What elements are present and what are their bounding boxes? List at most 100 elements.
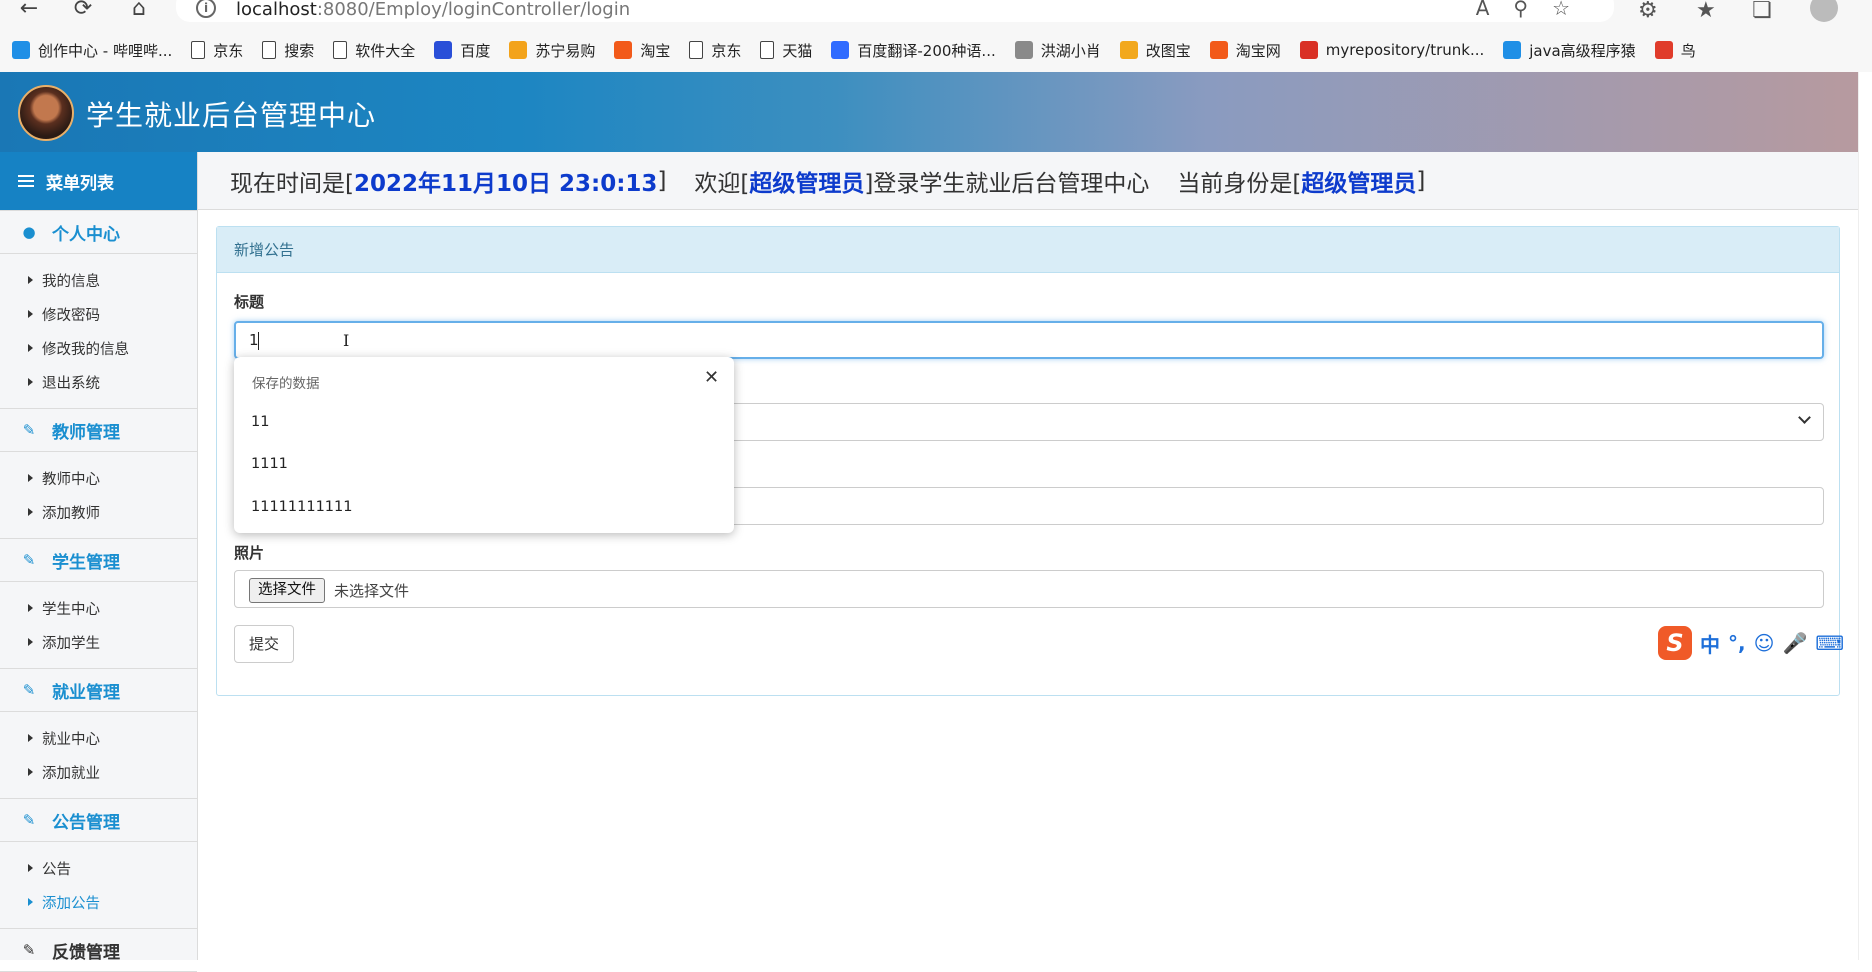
bookmark-label: 创作中心 - 哔哩哔...	[38, 41, 173, 60]
ime-mode[interactable]: 中	[1700, 629, 1720, 658]
sidebar-item[interactable]: 修改密码	[0, 297, 197, 331]
reload-icon[interactable]: ⟳	[68, 0, 98, 22]
page-icon	[760, 41, 775, 59]
close-icon[interactable]: ✕	[704, 369, 719, 387]
bookmark-item[interactable]: 创作中心 - 哔哩哔...	[12, 40, 172, 61]
translate-icon	[831, 41, 850, 59]
info-icon[interactable]: i	[196, 0, 216, 18]
bookmark-item[interactable]: 改图宝	[1119, 40, 1191, 61]
browser-toolbar: ← ⟳ ⌂ i localhost:8080/Employ/loginContr…	[0, 0, 1872, 28]
baidu-icon	[434, 41, 453, 59]
url-text[interactable]: localhost:8080/Employ/loginController/lo…	[236, 0, 630, 20]
bookmark-item[interactable]: 洪湖小肖	[1014, 40, 1101, 61]
address-tools: A⚲☆	[1476, 0, 1594, 20]
edit-icon: ✎	[22, 681, 36, 699]
photo-file-input[interactable]: 选择文件 未选择文件	[234, 570, 1824, 608]
autofill-item[interactable]: 11	[251, 414, 269, 430]
bookmark-item[interactable]: 京东	[191, 40, 243, 61]
bookmark-item[interactable]: 搜索	[262, 40, 314, 61]
address-bar[interactable]: i localhost:8080/Employ/loginController/…	[176, 0, 1614, 22]
menu-group-3[interactable]: ✎ 就业管理	[0, 668, 197, 712]
menu-group-label: 反馈管理	[52, 942, 120, 963]
suning-icon	[509, 41, 528, 59]
sidebar-item[interactable]: 就业中心	[0, 721, 197, 755]
sidebar-item[interactable]: 我的信息	[0, 263, 197, 297]
menu-group-label: 就业管理	[52, 682, 120, 703]
avatar	[18, 85, 74, 141]
punctuation-icon[interactable]: °,	[1728, 631, 1746, 655]
bookmark-item[interactable]: myrepository/trunk...	[1299, 41, 1485, 59]
sidebar-item[interactable]: 学生中心	[0, 591, 197, 625]
bookmark-label: 天猫	[782, 41, 813, 60]
chrome-icon	[1299, 41, 1318, 59]
bookmark-item[interactable]: 软件大全	[333, 40, 415, 61]
bookmark-label: 软件大全	[355, 41, 416, 60]
gaitubao-icon	[1119, 41, 1138, 59]
sidebar-item[interactable]: 添加教师	[0, 495, 197, 529]
menu-group-4[interactable]: ✎ 公告管理	[0, 798, 197, 842]
sidebar-item[interactable]: 添加就业	[0, 755, 197, 789]
bookmark-label: 淘宝网	[1235, 41, 1281, 60]
sidebar-item[interactable]: 公告	[0, 851, 197, 885]
microphone-icon[interactable]: 🎤	[1782, 631, 1807, 655]
bookmark-item[interactable]: 百度翻译-200种语...	[831, 40, 996, 61]
autofill-item[interactable]: 11111111111	[251, 499, 352, 515]
bookmark-label: 百度	[460, 41, 491, 60]
edit-icon: ✎	[22, 551, 36, 569]
menu-group-5[interactable]: ✎ 反馈管理	[0, 928, 197, 972]
menu-group-label: 公告管理	[52, 812, 120, 833]
bookmark-item[interactable]: java高级程序猿	[1503, 40, 1636, 61]
bookmark-item[interactable]: 鸟	[1654, 40, 1696, 61]
chevron-down-icon	[1798, 411, 1811, 424]
sidebar-item[interactable]: 教师中心	[0, 461, 197, 495]
back-arrow-icon[interactable]: ←	[14, 0, 44, 22]
bookmark-item[interactable]: 百度	[434, 40, 490, 61]
menu-group-label: 教师管理	[52, 422, 120, 443]
submit-button[interactable]: 提交	[234, 625, 294, 663]
sidebar-item[interactable]: 修改我的信息	[0, 331, 197, 365]
bookmark-item[interactable]: 京东	[689, 40, 741, 61]
bookmark-item[interactable]: 苏宁易购	[509, 40, 595, 61]
menu-group-label: 个人中心	[52, 224, 120, 245]
sidebar-item[interactable]: 退出系统	[0, 365, 197, 399]
home-icon[interactable]: ⌂	[124, 0, 154, 22]
user-icon: ●	[22, 223, 36, 241]
zoom-icon[interactable]: ⚲	[1513, 0, 1552, 20]
autofill-item[interactable]: 1111	[251, 456, 288, 472]
menu-group-0[interactable]: ● 个人中心	[0, 210, 197, 254]
bookmark-item[interactable]: 淘宝网	[1209, 40, 1281, 61]
favorites-icon[interactable]: ★	[1696, 0, 1716, 23]
collections-icon[interactable]: ❏	[1752, 0, 1772, 23]
page-scrollbar[interactable]	[1858, 72, 1872, 960]
menu-group-2[interactable]: ✎ 学生管理	[0, 538, 197, 582]
edit-icon: ✎	[22, 811, 36, 829]
taobao-icon	[1209, 41, 1228, 59]
taobao-icon	[614, 41, 633, 59]
emoji-icon[interactable]: ☺	[1754, 631, 1775, 655]
title-label: 标题	[234, 293, 265, 311]
bookmark-label: 鸟	[1680, 41, 1696, 60]
page-icon	[191, 41, 206, 59]
bookmark-item[interactable]: 天猫	[760, 40, 812, 61]
extensions-icon[interactable]: ⚙	[1638, 0, 1658, 23]
sidebar-item[interactable]: 添加学生	[0, 625, 197, 659]
app-header: 学生就业后台管理中心	[0, 72, 1858, 152]
bookmark-label: 京东	[213, 41, 244, 60]
bookmark-label: 搜索	[284, 41, 315, 60]
sidebar-item[interactable]: 添加公告	[0, 885, 197, 919]
sogou-logo-icon[interactable]: S	[1658, 626, 1692, 660]
page-icon	[262, 41, 277, 59]
autofill-dropdown: 保存的数据 ✕ 11 1111 11111111111	[234, 357, 734, 533]
title-input[interactable]: 1 I	[234, 321, 1824, 359]
menu-bars-icon	[18, 175, 34, 187]
bookmark-label: myrepository/trunk...	[1325, 41, 1485, 59]
menu-group-1[interactable]: ✎ 教师管理	[0, 408, 197, 452]
keyboard-icon[interactable]: ⌨	[1815, 631, 1844, 655]
current-time: 2022年11月10日 23:0:13	[353, 170, 658, 197]
bird-icon	[1014, 41, 1033, 59]
favorite-add-icon[interactable]: ☆	[1552, 0, 1594, 20]
choose-file-button[interactable]: 选择文件	[249, 578, 325, 603]
profile-avatar[interactable]	[1810, 0, 1838, 22]
bookmark-item[interactable]: 淘宝	[614, 40, 670, 61]
read-aloud-icon[interactable]: A	[1476, 0, 1514, 20]
